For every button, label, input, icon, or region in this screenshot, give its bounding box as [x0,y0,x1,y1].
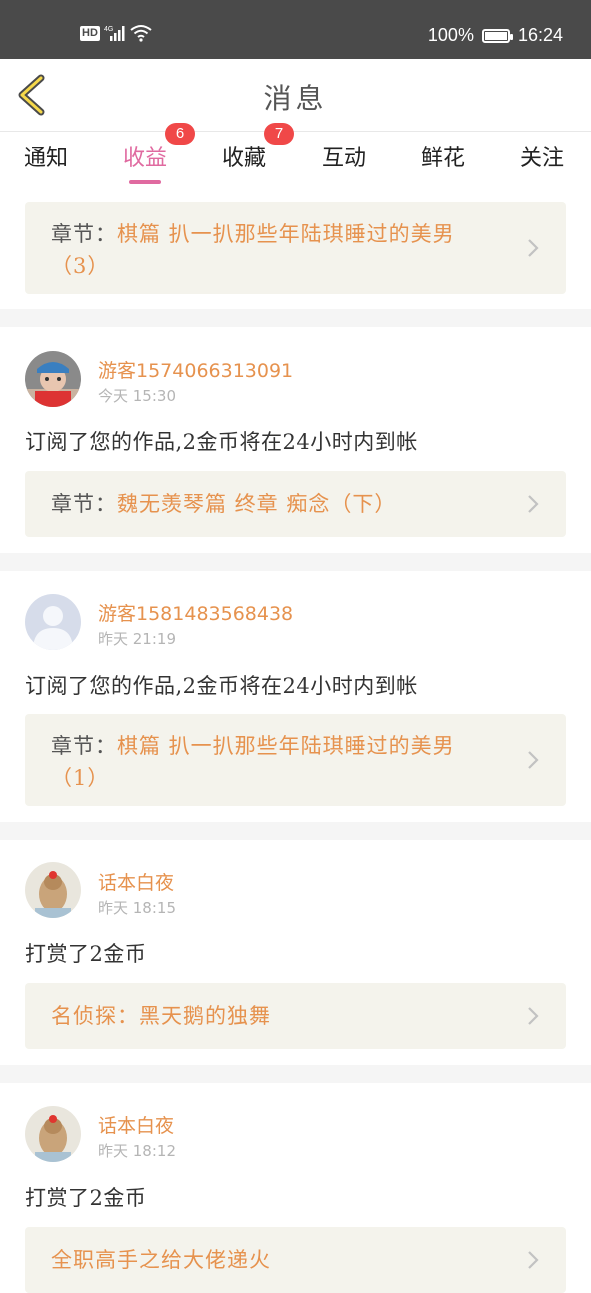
page-title: 消息 [263,82,328,115]
message-text: 订阅了您的作品,2金币将在24小时内到帐 [25,430,418,454]
timestamp: 昨天 21:19 [98,630,176,648]
chapter-label: 章节： [51,492,117,516]
timestamp: 昨天 18:15 [98,899,176,917]
default-avatar-icon [25,594,81,650]
wifi-icon [130,25,152,42]
avatar[interactable] [25,351,81,407]
clock: 16:24 [517,25,563,45]
chapter-title: 棋篇 扒一扒那些年陆琪睡过的美男 [117,734,455,758]
header: 消息 [0,59,591,132]
svg-text:4G: 4G [104,26,113,33]
timestamp: 今天 15:30 [98,387,176,405]
signal-icon: 4G [104,26,125,41]
chapter-label: 章节： [51,222,117,246]
message-text: 订阅了您的作品,2金币将在24小时内到帐 [25,674,418,698]
chevron-right-icon [528,751,539,769]
chapter-link-card[interactable]: 章节：棋篇 扒一扒那些年陆琪睡过的美男 （3） [25,202,566,294]
chapter-title: 棋篇 扒一扒那些年陆琪睡过的美男 [117,222,455,246]
username[interactable]: 话本白夜 [98,868,174,895]
tab-follow[interactable]: 关注 [520,140,564,172]
battery-icon [481,28,513,43]
tab-bar: 通知 收益 6 收藏 7 互动 鲜花 关注 [0,123,591,184]
status-bar: HD 4G 100% 16:24 [0,0,591,59]
username[interactable]: 游客1581483568438 [98,599,293,626]
username[interactable]: 话本白夜 [98,1111,174,1138]
user-avatar-icon [25,1106,81,1162]
section-divider [0,1065,591,1083]
avatar[interactable] [25,862,81,918]
chapter-link-card[interactable]: 章节：魏无羡琴篇 终章 痴念（下） [25,471,566,537]
username[interactable]: 游客1574066313091 [98,356,293,383]
chevron-right-icon [528,495,539,513]
earnings-badge: 6 [165,123,195,145]
tab-earnings[interactable]: 收益 [123,140,167,184]
section-divider [0,309,591,327]
user-avatar-icon [25,862,81,918]
chapter-title-cont: （3） [51,254,110,278]
work-title: 名侦探：黑天鹅的独舞 [51,1004,271,1028]
chevron-right-icon [528,1007,539,1025]
avatar[interactable] [25,1106,81,1162]
chevron-right-icon [528,1251,539,1269]
tab-interaction[interactable]: 互动 [322,140,366,172]
timestamp: 昨天 18:12 [98,1142,176,1160]
section-divider [0,822,591,840]
hd-icon: HD [80,25,100,41]
message-text: 打赏了2金币 [25,1186,147,1210]
message-text: 打赏了2金币 [25,942,147,966]
status-left: HD 4G [80,24,152,42]
chapter-title: 魏无羡琴篇 终章 痴念（下） [117,492,397,516]
chapter-label: 章节： [51,734,117,758]
chevron-right-icon [528,239,539,257]
avatar[interactable] [25,594,81,650]
work-link-card[interactable]: 全职高手之给大佬递火 [25,1227,566,1293]
tab-notice[interactable]: 通知 [24,140,68,172]
tab-favorites[interactable]: 收藏 [222,140,266,172]
user-avatar-icon [25,351,81,407]
chapter-link-card[interactable]: 章节：棋篇 扒一扒那些年陆琪睡过的美男 （1） [25,714,566,806]
battery-percent: 100% [427,25,474,45]
section-divider [0,553,591,571]
active-tab-indicator [129,180,162,184]
work-title: 全职高手之给大佬递火 [51,1248,271,1272]
tab-flowers[interactable]: 鲜花 [421,140,465,172]
work-link-card[interactable]: 名侦探：黑天鹅的独舞 [25,983,566,1049]
favorites-badge: 7 [264,123,294,145]
status-right: 100% 16:24 [428,25,563,46]
chapter-title-cont: （1） [51,766,110,790]
